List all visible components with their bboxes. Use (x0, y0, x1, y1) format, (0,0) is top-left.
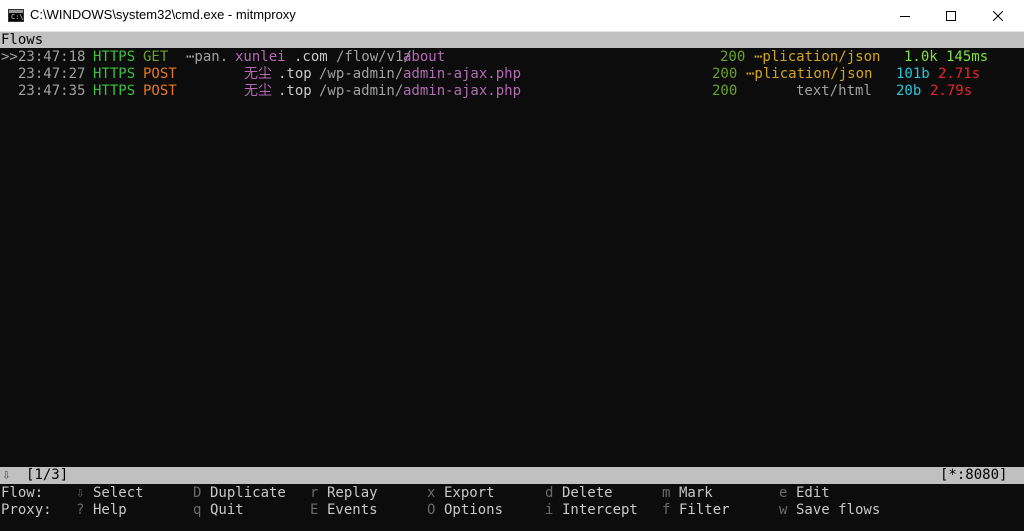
listen-address: [*:8080] (940, 467, 1008, 483)
flow-keybindings: Flow: ⇩ Select D Duplicate r Replay x Ex… (0, 485, 1024, 502)
help-key: ? (76, 502, 85, 518)
flow-scheme: HTTPS (93, 66, 136, 82)
flow-size: 20b (896, 83, 922, 99)
mark-action[interactable]: Mark (679, 485, 713, 502)
select-key: ⇩ (76, 485, 85, 501)
flows-header-label: Flows (1, 32, 44, 48)
help-action[interactable]: Help (93, 502, 127, 519)
options-key: O (427, 502, 436, 518)
replay-action[interactable]: Replay (327, 485, 378, 502)
delete-key: d (545, 485, 554, 501)
window-title: C:\WINDOWS\system32\cmd.exe - mitmproxy (30, 7, 296, 22)
flow-host-suffix: .com (294, 49, 328, 65)
flow-time: 23:47:35 (18, 83, 86, 99)
cmd-app-icon-text: C:\ (11, 13, 24, 21)
duplicate-action[interactable]: Duplicate (210, 485, 286, 502)
mark-key: m (662, 485, 671, 501)
flow-content-type: ⋯plication/json (746, 66, 873, 82)
flow-path-main: admin-ajax.php (403, 66, 522, 82)
flow-size: 101b (896, 66, 930, 82)
quit-action[interactable]: Quit (210, 502, 244, 519)
flow-path-prefix: /wp-admin/ (319, 66, 404, 82)
flow-duration: 2.79s (930, 83, 973, 99)
close-icon (993, 11, 1003, 21)
window-title-bar: C:\ C:\WINDOWS\system32\cmd.exe - mitmpr… (0, 0, 1024, 32)
save-flows-action[interactable]: Save flows (796, 502, 880, 519)
status-bar: ⇩ [1/3] [*:8080] (0, 467, 1024, 484)
flow-method: POST (143, 83, 177, 99)
edit-action[interactable]: Edit (796, 485, 830, 502)
flow-host-suffix: .top (278, 66, 312, 82)
flow-host-main: 无尘 (244, 66, 272, 82)
flow-method: GET (143, 49, 169, 65)
flow-row[interactable]: 23:47:27 HTTPS POST 无尘 .top /wp-admin/ a… (0, 66, 1024, 83)
flow-method: POST (143, 66, 177, 82)
filter-key: f (662, 502, 671, 518)
intercept-key: i (545, 502, 554, 518)
quit-key: q (193, 502, 202, 518)
flow-time: 23:47:27 (18, 66, 86, 82)
flow-path-prefix: /wp-admin/ (319, 83, 404, 99)
flow-keybindings-label: Flow: (1, 485, 44, 501)
flow-focus-marker: >> (1, 49, 18, 65)
maximize-button[interactable] (928, 0, 974, 32)
export-key: x (427, 485, 436, 501)
save-flows-key: w (779, 502, 788, 518)
cmd-app-icon: C:\ (8, 9, 24, 22)
select-action[interactable]: Select (93, 485, 144, 502)
minimize-icon (900, 16, 910, 17)
filter-action[interactable]: Filter (679, 502, 730, 519)
events-action[interactable]: Events (327, 502, 378, 519)
flow-content-type: ⋯plication/json (754, 49, 881, 65)
duplicate-key: D (193, 485, 202, 501)
flow-duration: 2.71s (938, 66, 981, 82)
flows-header: Flows (0, 32, 1024, 48)
options-action[interactable]: Options (444, 502, 503, 519)
flow-row[interactable]: 23:47:35 HTTPS POST 无尘 .top /wp-admin/ a… (0, 83, 1024, 100)
proxy-keybindings-label: Proxy: (1, 502, 52, 518)
export-action[interactable]: Export (444, 485, 495, 502)
minimize-button[interactable] (882, 0, 928, 32)
delete-action[interactable]: Delete (562, 485, 613, 502)
proxy-keybindings: Proxy: ? Help q Quit E Events O Options … (0, 502, 1024, 519)
flow-scheme: HTTPS (93, 83, 136, 99)
flow-path-main: about (403, 49, 446, 65)
scroll-down-icon: ⇩ (2, 467, 11, 483)
flow-scheme: HTTPS (93, 49, 136, 65)
flow-host-main: 无尘 (244, 83, 272, 99)
flow-position-indicator: [1/3] (26, 467, 69, 483)
flow-path-prefix: /flow/v1/ (336, 49, 412, 65)
flow-path-main: admin-ajax.php (403, 83, 522, 99)
flow-status: 200 (720, 49, 746, 65)
flow-duration: 145ms (946, 49, 989, 65)
flow-status: 200 (712, 83, 738, 99)
flow-host-prefix: ⋯pan. (186, 49, 229, 65)
edit-key: e (779, 485, 788, 501)
flow-host-suffix: .top (278, 83, 312, 99)
intercept-action[interactable]: Intercept (562, 502, 638, 519)
flow-content-type: text/html (796, 83, 872, 99)
maximize-icon (946, 11, 956, 21)
flow-time: 23:47:18 (18, 49, 86, 65)
flow-host-main: xunlei (235, 49, 286, 65)
terminal[interactable]: Flows >> 23:47:18 HTTPS GET ⋯pan. xunlei… (0, 32, 1024, 531)
close-button[interactable] (975, 0, 1021, 32)
flow-row[interactable]: >> 23:47:18 HTTPS GET ⋯pan. xunlei .com … (0, 49, 1024, 66)
flow-status: 200 (712, 66, 738, 82)
flow-size: 1.0k (904, 49, 938, 65)
replay-key: r (310, 485, 319, 501)
events-key: E (310, 502, 319, 518)
